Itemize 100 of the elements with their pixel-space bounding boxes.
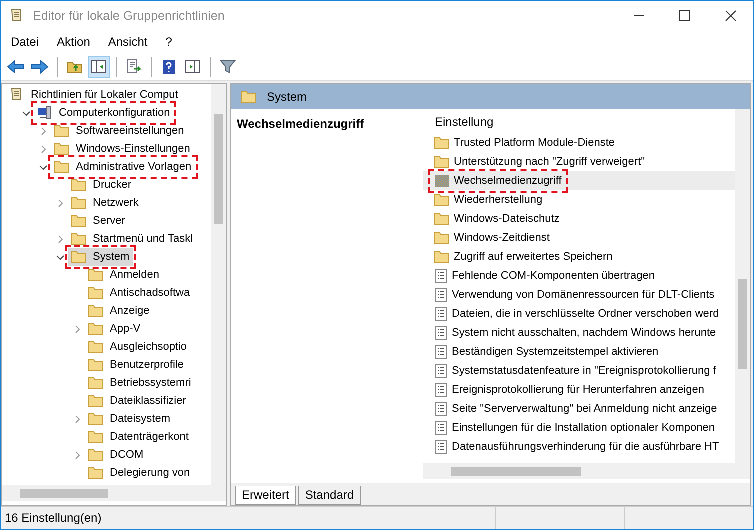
- collapse-chevron-icon[interactable]: [56, 252, 65, 262]
- maximize-icon[interactable]: [679, 10, 691, 22]
- setting-item[interactable]: Einstellungen für die Installation optionaler Komponen: [452, 422, 715, 434]
- setting-page-icon: [434, 326, 448, 340]
- status-text: 16 Einstellung(en): [4, 511, 103, 525]
- expand-chevron-icon[interactable]: [56, 198, 65, 208]
- tree-item[interactable]: Dateiklassifizier: [110, 395, 186, 407]
- tree-item[interactable]: Dateisystem: [110, 413, 171, 425]
- setting-item[interactable]: Datenausführungsverhinderung für die ausführbare HT: [452, 440, 720, 452]
- export-list-icon[interactable]: [126, 58, 142, 74]
- setting-item[interactable]: Unterstützung nach "Zugriff verweigert": [454, 156, 646, 168]
- tree-item[interactable]: Administrative Vorlagen: [76, 161, 192, 173]
- folder-icon: [88, 448, 104, 462]
- setting-page-icon: [434, 306, 448, 320]
- filter-icon[interactable]: [220, 58, 236, 74]
- tree-item[interactable]: Startmenü und Taskl: [93, 233, 194, 245]
- folder-icon: [88, 394, 104, 408]
- tree-item[interactable]: Computerkonfiguration: [59, 107, 170, 119]
- tree-item[interactable]: App-V: [110, 323, 141, 335]
- close-icon[interactable]: [725, 10, 737, 22]
- folder-icon: [434, 136, 450, 150]
- tree-item[interactable]: Windows-Einstellungen: [76, 143, 190, 155]
- menu-item[interactable]: Datei: [11, 35, 40, 49]
- folder-icon: [88, 304, 104, 318]
- column-header[interactable]: Einstellung: [423, 113, 506, 133]
- tree-item[interactable]: Anzeige: [110, 305, 150, 317]
- folder-icon: [88, 322, 104, 336]
- setting-item[interactable]: Dateien, die in verschlüsselte Ordner verschoben werd: [452, 308, 720, 320]
- tree-item[interactable]: Richtlinien für Lokaler Comput: [31, 89, 178, 101]
- setting-page-icon: [434, 364, 448, 378]
- folder-icon: [88, 340, 104, 354]
- expand-chevron-icon[interactable]: [73, 414, 82, 424]
- folder-icon: [434, 154, 450, 168]
- computer-icon: [37, 105, 53, 121]
- tree-item[interactable]: Netzwerk: [93, 197, 139, 209]
- expand-chevron-icon[interactable]: [73, 324, 82, 334]
- folder-icon: [88, 430, 104, 444]
- horizontal-scrollbar[interactable]: [2, 485, 226, 501]
- setting-item[interactable]: Zugriff auf erweitertes Speichern: [454, 250, 613, 262]
- tree-item[interactable]: Server: [93, 215, 126, 227]
- header-title: System: [267, 90, 308, 104]
- expand-chevron-icon[interactable]: [39, 144, 48, 154]
- setting-page-icon: [434, 288, 448, 302]
- horizontal-scrollbar[interactable]: [423, 463, 750, 479]
- setting-page-icon: [434, 344, 448, 358]
- setting-item[interactable]: Ereignisprotokollierung für Herunterfahren anzeigen: [452, 384, 705, 396]
- tree-item[interactable]: Anmelden: [110, 269, 160, 281]
- setting-item[interactable]: Wiederherstellung: [454, 194, 543, 206]
- setting-item[interactable]: Fehlende COM-Komponenten übertragen: [452, 270, 656, 282]
- forward-arrow-icon[interactable]: [31, 60, 49, 74]
- show-tree-icon[interactable]: [91, 58, 107, 74]
- window-title: Editor für lokale Gruppenrichtlinien: [33, 9, 225, 23]
- tree-item[interactable]: Drucker: [93, 179, 132, 191]
- expand-chevron-icon[interactable]: [56, 234, 65, 244]
- setting-page-icon: [434, 420, 448, 434]
- view-tab[interactable]: Erweitert: [235, 486, 296, 505]
- folder-icon: [54, 142, 70, 156]
- folder-icon: [88, 376, 104, 390]
- folder-icon: [88, 466, 104, 480]
- tree-item[interactable]: Antischadsoftwa: [110, 287, 190, 299]
- folder-icon: [54, 124, 70, 138]
- collapse-chevron-icon[interactable]: [22, 108, 31, 118]
- setting-page-icon: [434, 268, 448, 282]
- tree-item[interactable]: Datenträgerkont: [110, 431, 189, 443]
- tree-item[interactable]: Benutzerprofile: [110, 359, 184, 371]
- setting-item[interactable]: Verwendung von Domänenressourcen für DLT-Clients: [452, 288, 715, 300]
- setting-item[interactable]: Trusted Platform Module-Dienste: [454, 136, 615, 148]
- expand-chevron-icon[interactable]: [39, 126, 48, 136]
- setting-page-icon: [434, 402, 448, 416]
- description-title: Wechselmedienzugriff: [237, 117, 364, 131]
- setting-item[interactable]: Windows-Zeitdienst: [454, 232, 550, 244]
- tree-item[interactable]: Softwareeinstellungen: [76, 125, 184, 137]
- menu-item[interactable]: Aktion: [57, 35, 90, 49]
- folder-icon: [88, 412, 104, 426]
- folder-icon: [241, 90, 257, 104]
- back-arrow-icon[interactable]: [7, 60, 25, 74]
- setting-item[interactable]: Windows-Dateischutz: [454, 212, 560, 224]
- help-icon[interactable]: [161, 58, 177, 74]
- menu-item[interactable]: Ansicht: [108, 35, 148, 49]
- expand-chevron-icon[interactable]: [73, 450, 82, 460]
- vertical-scrollbar[interactable]: [211, 84, 226, 485]
- show-pane-icon[interactable]: [185, 58, 201, 74]
- view-tab[interactable]: Standard: [298, 486, 362, 505]
- vertical-scrollbar[interactable]: [735, 109, 750, 463]
- setting-item[interactable]: Seite "Serververwaltung" bei Anmeldung nicht anzeige: [452, 402, 718, 414]
- tree-item[interactable]: Delegierung von: [110, 467, 190, 479]
- tree-item[interactable]: Betriebssystemri: [110, 377, 192, 389]
- menu-item[interactable]: ?: [166, 35, 172, 49]
- folder-icon: [434, 250, 450, 264]
- folder-icon: [88, 268, 104, 282]
- folder-icon: [71, 178, 87, 192]
- collapse-chevron-icon[interactable]: [39, 162, 48, 172]
- folder-icon: [434, 230, 450, 244]
- setting-item[interactable]: Beständigen Systemzeitstempel aktivieren: [452, 346, 659, 358]
- tree-item[interactable]: Ausgleichsoptio: [110, 341, 188, 353]
- folder-icon: [71, 250, 87, 264]
- setting-item[interactable]: System nicht ausschalten, nachdem Windows herunte: [452, 326, 716, 338]
- setting-item[interactable]: Systemstatusdatenfeature in "Ereignisprotokollierung f: [452, 364, 716, 376]
- tree-item[interactable]: DCOM: [110, 449, 144, 461]
- folder-icon: [71, 196, 87, 210]
